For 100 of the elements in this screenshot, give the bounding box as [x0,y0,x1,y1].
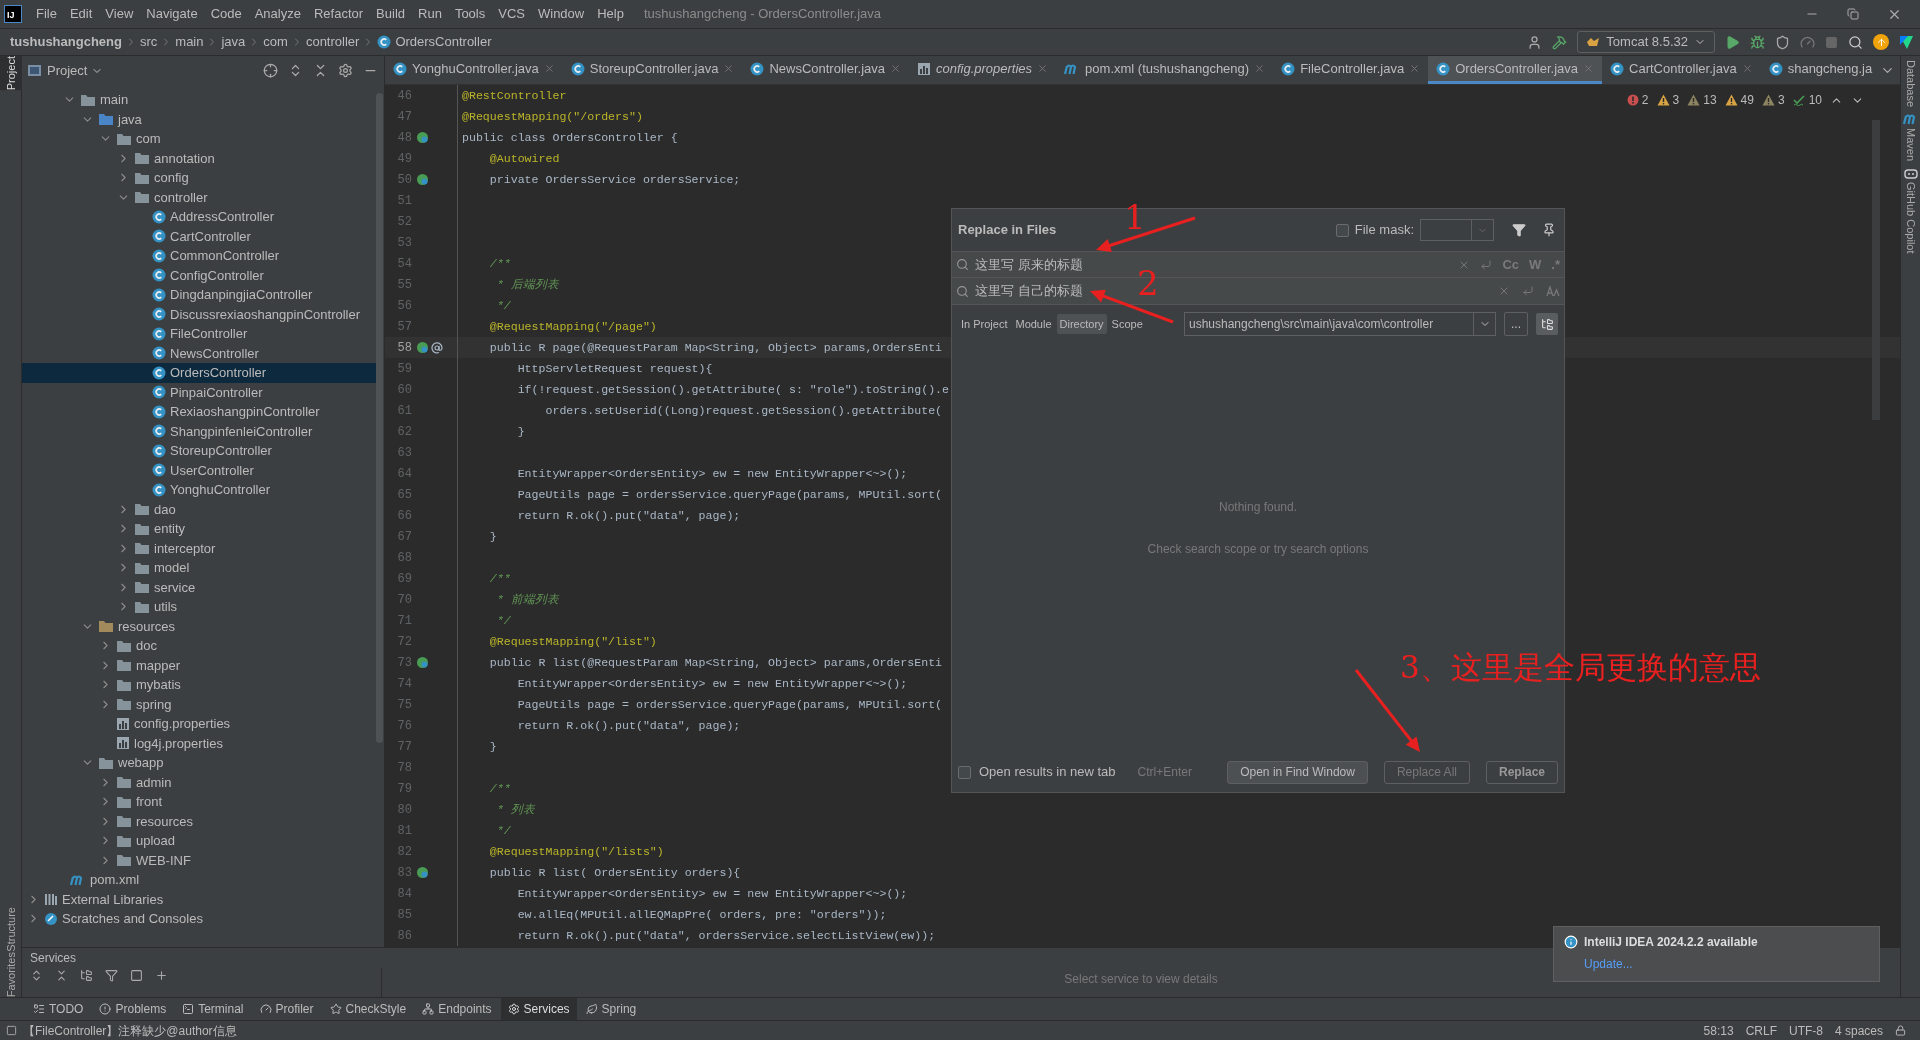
file-mask-combo[interactable] [1420,219,1494,241]
scope-tab[interactable]: Module [1012,314,1055,334]
tree-item[interactable]: pom.xml [22,870,376,890]
breadcrumb[interactable]: main [175,32,204,52]
tree-item[interactable]: CommonController [22,246,376,266]
at-sign-icon[interactable] [431,341,443,354]
preserve-case-icon[interactable] [1546,285,1560,297]
status-icon[interactable] [6,1025,17,1036]
search-icon[interactable] [1848,34,1863,50]
browse-button[interactable]: ... [1504,312,1528,336]
add-service-icon[interactable] [155,969,168,982]
tool-window-tab[interactable]: TODO [26,998,91,1020]
breadcrumb[interactable]: src [139,32,158,52]
menu-item[interactable]: Analyze [248,4,307,24]
directory-combo[interactable]: ushushangcheng\src\main\java\com\controller [1184,312,1496,336]
bean-icon[interactable] [416,866,429,879]
dialog-button[interactable]: Open in Find Window [1227,760,1368,784]
indent-setting[interactable]: 4 spaces [1834,1021,1883,1040]
tree-item[interactable]: doc [22,636,376,656]
menu-item[interactable]: Build [370,4,411,24]
tree-item[interactable]: spring [22,694,376,714]
profile-icon[interactable] [1800,34,1815,50]
tree-item[interactable]: StoreupController [22,441,376,461]
clear-icon[interactable] [1498,285,1510,297]
group-icon[interactable] [80,969,93,982]
coverage-icon[interactable] [1775,34,1790,50]
menu-item[interactable]: Tools [448,4,492,24]
tree-item[interactable]: config [22,168,376,188]
close-tab-icon[interactable] [1583,63,1594,74]
menu-item[interactable]: Code [204,4,248,24]
expand-all-icon[interactable] [30,969,43,982]
scope-tab[interactable]: Directory [1056,314,1107,334]
tree-item[interactable]: FileController [22,324,376,344]
tool-window-stripe-button[interactable]: Maven [1902,113,1919,162]
restore-icon[interactable] [1847,8,1859,20]
new-line-icon[interactable] [1480,258,1493,271]
editor-tab[interactable]: config.properties [909,56,1057,84]
close-tab-icon[interactable] [1037,63,1049,74]
tree-item[interactable]: admin [22,772,376,792]
tool-window-tab[interactable]: Terminal [175,998,251,1020]
close-tab-icon[interactable] [890,63,901,74]
filter-icon[interactable] [1512,223,1526,237]
tool-window-stripe-button[interactable]: Favorites [0,951,22,997]
tree-item[interactable]: AddressController [22,207,376,227]
tree-item[interactable]: utils [22,597,376,617]
tree-item[interactable]: PinpaiController [22,382,376,402]
tree-item[interactable]: config.properties [22,714,376,734]
close-tab-icon[interactable] [1254,63,1266,74]
menu-item[interactable]: Refactor [307,4,370,24]
tree-item[interactable]: interceptor [22,538,376,558]
close-tab-icon[interactable] [1741,63,1753,74]
close-tab-icon[interactable] [723,63,735,74]
tree-item[interactable]: Scratches and Consoles [22,909,376,929]
caret-position[interactable]: 58:13 [1703,1021,1734,1040]
stop-icon[interactable] [1825,35,1838,49]
tool-window-tab[interactable]: Profiler [252,998,321,1020]
scope-tab[interactable]: In Project [958,314,1011,334]
tool-window-stripe-button[interactable]: Database [1902,60,1919,108]
editor-tab[interactable]: shangcheng.ja [1760,56,1881,84]
checkbox[interactable] [1335,223,1349,237]
menu-item[interactable]: Navigate [140,4,204,24]
tree-item[interactable]: resources [22,811,376,831]
editor-tab[interactable]: NewsController.java [742,56,909,84]
debug-icon[interactable] [1750,34,1765,50]
tree-item[interactable]: WEB-INF [22,850,376,870]
update-icon[interactable] [1873,34,1889,50]
tree-item[interactable]: UserController [22,460,376,480]
breadcrumb[interactable]: tushushangcheng [10,32,122,52]
editor-tab[interactable]: YonghuController.java [385,56,563,84]
run-icon[interactable] [1725,34,1740,50]
tree-item[interactable]: YonghuController [22,480,376,500]
line-separator[interactable]: CRLF [1745,1021,1777,1040]
menu-item[interactable]: View [99,4,140,24]
tree-item[interactable]: service [22,577,376,597]
tree-item[interactable]: OrdersController [22,363,376,383]
close-tab-icon[interactable] [543,63,555,74]
menu-item[interactable]: Edit [63,4,99,24]
editor-tab[interactable]: StoreupController.java [562,56,743,84]
menu-item[interactable]: File [30,4,63,24]
tree-item[interactable]: NewsController [22,343,376,363]
bean-icon[interactable] [416,131,429,144]
new-tab-icon[interactable] [130,969,143,982]
tree-item[interactable]: log4j.properties [22,733,376,753]
module-tree-icon[interactable] [1536,313,1558,335]
menu-item[interactable]: Run [412,4,448,24]
update-link[interactable]: Update... [1584,955,1869,973]
new-line-icon[interactable] [1522,285,1534,297]
tool-window-stripe-button[interactable]: GitHub Copilot [1902,167,1919,254]
tree-item[interactable]: webapp [22,753,376,773]
collapse-all-icon[interactable] [55,969,68,982]
breadcrumb[interactable]: controller [305,32,360,52]
tool-window-tab[interactable]: Problems [92,998,174,1020]
menu-item[interactable]: VCS [492,4,531,24]
tool-window-tab[interactable]: Spring [578,998,644,1020]
settings-icon[interactable] [338,63,353,78]
editor-tab[interactable]: pom.xml (tushushangcheng) [1056,56,1274,84]
run-configuration-dropdown[interactable]: Tomcat 8.5.32 [1577,31,1715,53]
breadcrumb[interactable]: java [221,32,246,52]
tree-item[interactable]: java [22,109,376,129]
tree-item[interactable]: DiscussrexiaoshangpinController [22,304,376,324]
